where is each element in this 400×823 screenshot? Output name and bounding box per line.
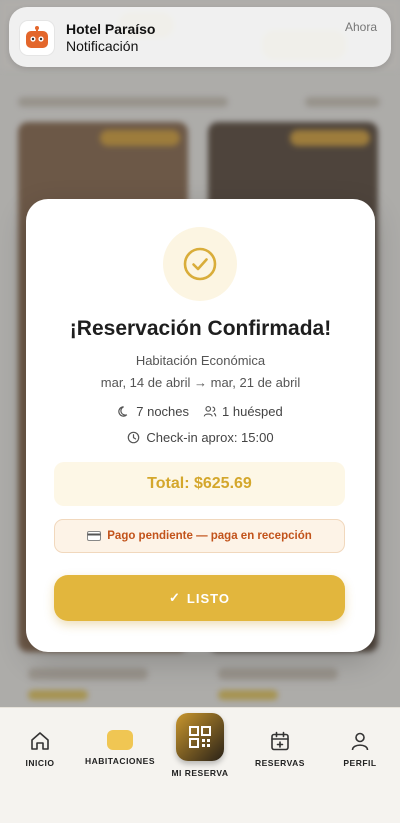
nav-label: HABITACIONES [84, 756, 156, 766]
bottom-navigation: INICIO HABITACIONES MI RESERVA RESERVAS … [0, 707, 400, 823]
credit-card-icon [87, 531, 102, 541]
checkmark-icon: ✓ [169, 590, 181, 605]
moon-icon [118, 406, 128, 417]
users-icon [203, 406, 217, 417]
total-price: Total: $625.69 [54, 462, 345, 506]
nav-label: PERFIL [343, 758, 377, 768]
qr-code-icon [189, 726, 211, 748]
nav-item-perfil[interactable]: PERFIL [320, 730, 400, 768]
payment-status-text: Pago pendiente — paga en recepción [107, 530, 312, 542]
done-button-label: LISTO [186, 590, 230, 606]
nights-info: 7 noches [118, 404, 189, 419]
robot-icon [20, 21, 54, 55]
nav-item-reservas[interactable]: RESERVAS [240, 730, 320, 768]
nights-count: 7 noches [136, 404, 190, 419]
notification-title: Hotel Paraíso [66, 21, 156, 37]
nav-label-mi-reserva: MI RESERVA [171, 768, 229, 778]
notification-time: Ahora [344, 20, 377, 34]
check-circle-icon [163, 227, 237, 301]
bed-icon [107, 730, 133, 750]
nav-item-habitaciones[interactable]: HABITACIONES [80, 730, 160, 766]
nav-item-inicio[interactable]: INICIO [0, 730, 80, 768]
user-icon [351, 732, 369, 751]
calendar-plus-icon [271, 731, 289, 751]
room-type: Habitación Económica [135, 353, 266, 368]
nav-item-mi-reserva[interactable] [176, 713, 224, 761]
dialog-title: ¡Reservación Confirmada! [69, 317, 332, 340]
notification-body: Notificación [66, 38, 139, 54]
nav-label: INICIO [25, 758, 55, 768]
stay-details: 7 noches 1 huésped [26, 404, 375, 419]
done-button[interactable]: ✓ LISTO [54, 575, 345, 621]
payment-status-banner: Pago pendiente — paga en recepción [54, 519, 345, 553]
confirmation-dialog: ¡Reservación Confirmada! Habitación Econ… [26, 199, 375, 652]
guests-count: 1 huésped [222, 404, 283, 419]
stay-dates: mar, 14 de abril → mar, 21 de abril [100, 375, 301, 390]
checkin-info: Check-in aprox: 15:00 [26, 430, 375, 445]
guests-info: 1 huésped [203, 404, 283, 419]
checkin-time: Check-in aprox: 15:00 [146, 430, 274, 445]
push-notification[interactable]: Hotel Paraíso Notificación Ahora [9, 7, 391, 67]
home-icon [31, 732, 49, 750]
clock-icon [128, 431, 140, 444]
nav-label: RESERVAS [255, 758, 305, 768]
